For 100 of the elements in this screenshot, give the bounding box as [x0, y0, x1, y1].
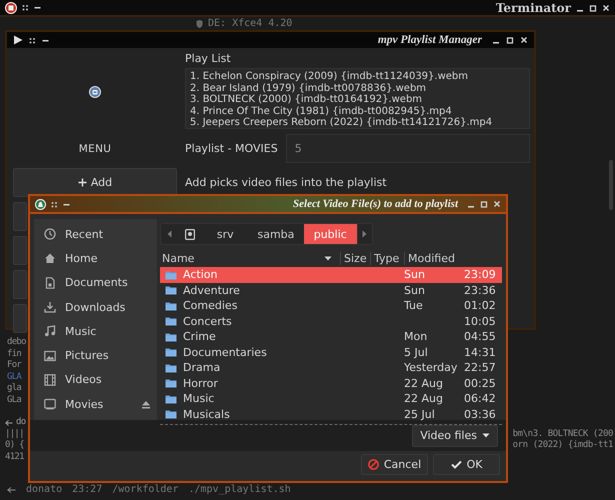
terminal-text: orn (2022) {imdb-tt1 — [512, 440, 613, 452]
prompt-icon — [7, 486, 16, 492]
folder-icon — [165, 347, 177, 358]
playlist-item[interactable]: 5. Jeepers Creepers Reborn (2022) {imdb-tt14121726}.mp4 — [190, 117, 525, 128]
field-label: Playlist - MOVIES — [185, 142, 278, 155]
file-name: Crime — [183, 330, 216, 344]
download-icon — [44, 301, 56, 314]
terminal-text: DE: Xfce4 4.20 — [208, 18, 292, 29]
grip-icon[interactable] — [22, 4, 29, 11]
maximize-icon[interactable] — [589, 4, 597, 12]
column-header[interactable]: Modified — [404, 252, 464, 264]
count-field[interactable]: 5 — [286, 134, 530, 163]
modified-time: 22:57 — [464, 361, 497, 374]
file-row[interactable]: Horror 22 Aug 00:25 — [160, 376, 502, 391]
window-title: mpv Playlist Manager — [378, 34, 482, 46]
path-segment[interactable]: samba — [248, 224, 304, 244]
ok-button[interactable]: OK — [433, 454, 500, 475]
folder-icon — [165, 362, 177, 373]
modified-time: 06:42 — [464, 392, 497, 406]
house-icon — [44, 252, 56, 264]
terminal-text: debo — [7, 337, 26, 349]
shield-icon — [196, 20, 203, 28]
file-row[interactable]: Crime Mon 04:55 — [160, 329, 502, 344]
playlist-item[interactable]: 2. Bear Island (1979) {imdb-tt0078836}.webm — [190, 82, 525, 94]
app-icon[interactable] — [35, 198, 46, 210]
column-header[interactable]: Size — [340, 252, 370, 264]
folder-icon — [165, 332, 177, 342]
shade-icon[interactable] — [34, 4, 41, 11]
column-header[interactable]: Type — [370, 252, 404, 264]
folder-icon — [165, 378, 177, 388]
modified-day: 25 Jul — [404, 408, 464, 421]
maximize-icon[interactable] — [480, 200, 488, 208]
playlist-item[interactable]: 3. BOLTNECK (2000) {imdb-tt0164192}.webm — [190, 94, 525, 106]
file-name: Music — [183, 392, 214, 406]
file-row[interactable]: Music 22 Aug 06:42 — [160, 391, 502, 406]
document-icon — [44, 276, 56, 289]
window-title: Select Video File(s) to add to playlist — [293, 198, 458, 210]
place-item[interactable]: Recent — [34, 222, 157, 246]
terminal-text: gla — [7, 383, 22, 395]
file-row[interactable]: Comedies Tue 01:02 — [160, 298, 502, 314]
place-item[interactable]: Movies — [34, 392, 157, 416]
modified-day: Yesterday — [404, 361, 464, 374]
window-title: Terminator — [496, 0, 571, 14]
folder-icon — [165, 285, 177, 296]
grip-icon[interactable] — [29, 36, 36, 44]
music-note-icon — [44, 325, 56, 338]
cancel-icon — [368, 459, 379, 470]
add-button[interactable]: Add — [13, 168, 177, 197]
terminal-text: donato — [26, 484, 62, 495]
terminal-text: /workfolder — [112, 484, 178, 495]
place-item[interactable]: Music — [34, 319, 157, 344]
sort-caret-icon[interactable] — [324, 256, 332, 260]
modified-day: Sun — [404, 268, 464, 282]
file-row[interactable]: Drama Yesterday 22:57 — [160, 360, 502, 376]
close-icon[interactable] — [493, 200, 501, 208]
modified-day: Mon — [404, 330, 464, 344]
column-header[interactable]: Name — [162, 252, 194, 264]
section-label: Play List — [185, 52, 232, 66]
place-item[interactable]: Documents — [34, 270, 157, 295]
file-row[interactable]: Documentaries 5 Jul 14:31 — [160, 344, 502, 360]
place-item[interactable]: Pictures — [34, 343, 157, 368]
maximize-icon[interactable] — [506, 36, 514, 44]
terminal-text: do — [16, 417, 26, 429]
modified-day: 5 Jul — [404, 346, 464, 359]
terminal-text: 0) { — [5, 440, 24, 452]
folder-icon — [165, 394, 177, 404]
folder-icon — [165, 409, 177, 420]
file-row[interactable]: Musicals 25 Jul 03:36 — [160, 406, 502, 422]
file-name: Documentaries — [183, 346, 267, 359]
caret-down-icon — [482, 433, 490, 438]
modified-time: 10:05 — [464, 314, 497, 328]
play-icon[interactable] — [13, 35, 23, 45]
file-row[interactable]: Adventure Sun 23:36 — [160, 282, 502, 298]
modified-time: 01:02 — [464, 299, 497, 312]
place-item[interactable]: Videos — [34, 368, 157, 392]
path-segment[interactable]: srv — [202, 224, 248, 244]
file-name: Adventure — [183, 284, 240, 297]
grip-icon[interactable] — [51, 200, 58, 208]
terminal-text: |||| — [5, 428, 24, 440]
cancel-button[interactable]: Cancel — [361, 454, 428, 475]
place-item[interactable]: Downloads — [34, 294, 157, 320]
folder-icon — [165, 270, 177, 280]
playlist-item[interactable]: 4. Prince Of The City (1981) {imdb-tt0082945}.mp4 — [190, 106, 525, 117]
terminal-text: GLa — [7, 394, 22, 407]
filter-dropdown[interactable]: Video files — [412, 424, 498, 446]
drive-icon — [184, 228, 195, 240]
image-icon — [44, 350, 56, 362]
terminal-text: bm\n3. BOLTNECK (200 — [512, 428, 613, 440]
terminal-text: fin — [7, 348, 22, 360]
close-icon[interactable] — [602, 4, 610, 12]
playlist-item[interactable]: 1. Echelon Conspiracy (2009) {imdb-tt1124039}.webm — [190, 71, 525, 82]
eject-icon[interactable] — [141, 400, 151, 409]
place-item[interactable]: Home — [34, 246, 157, 271]
modified-day: 22 Aug — [404, 392, 464, 406]
file-name: Concerts — [183, 314, 232, 328]
terminal-text: For — [7, 360, 22, 372]
app-icon[interactable] — [5, 2, 17, 14]
close-icon[interactable] — [520, 36, 528, 44]
file-row[interactable]: Concerts 10:05 — [160, 314, 502, 329]
modified-day: Tue — [404, 299, 464, 312]
